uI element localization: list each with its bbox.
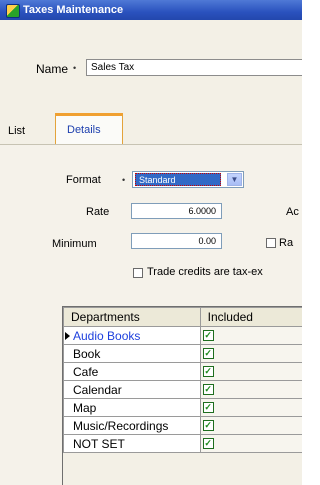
department-cell[interactable]: Book [63,344,201,363]
ac-label: Ac [286,206,299,218]
department-name: Cafe [73,364,99,379]
department-cell[interactable]: Calendar [63,380,201,399]
required-indicator: • [73,63,77,73]
included-cell[interactable]: ✓ [199,326,302,345]
table-row[interactable]: NOT SET ✓ [63,434,302,453]
department-cell[interactable]: Cafe [63,362,201,381]
tab-strip [0,108,302,144]
app-icon [6,4,20,18]
department-name: Book [73,346,101,361]
table-row[interactable]: Cafe ✓ [63,362,302,381]
row-pointer-icon [65,332,70,340]
checkmark-icon[interactable]: ✓ [202,366,214,377]
rate-input[interactable]: 6.0000 [131,203,222,219]
departments-grid: Departments Included Audio Books ✓ Book … [62,306,302,485]
department-name: Music/Recordings [73,418,169,433]
required-indicator: • [122,175,126,185]
department-name: Audio Books [73,328,141,343]
minimum-label: Minimum [52,238,97,250]
department-cell[interactable]: Audio Books [63,326,201,345]
included-cell[interactable]: ✓ [199,380,302,399]
department-name: Map [73,400,97,415]
checkmark-icon[interactable]: ✓ [202,402,214,413]
checkmark-icon[interactable]: ✓ [202,348,214,359]
table-row[interactable]: Map ✓ [63,398,302,417]
trade-credits-label: Trade credits are tax-ex [147,266,263,278]
name-input[interactable]: Sales Tax [86,59,302,76]
ra-checkbox[interactable] [266,238,276,248]
table-row[interactable]: Music/Recordings ✓ [63,416,302,435]
chevron-down-icon[interactable]: ▼ [227,173,242,186]
included-cell[interactable]: ✓ [199,344,302,363]
department-name: Calendar [73,382,122,397]
name-label: Name [36,62,69,76]
department-cell[interactable]: Map [63,398,201,417]
table-row[interactable]: Book ✓ [63,344,302,363]
grid-header-row: Departments Included [63,307,302,327]
trade-credits-checkbox[interactable] [133,268,143,278]
column-header-departments[interactable]: Departments [63,307,201,327]
tab-details[interactable]: Details [55,113,123,146]
included-cell[interactable]: ✓ [199,434,302,453]
format-select[interactable]: Standard ▼ [132,171,244,188]
table-row[interactable]: Calendar ✓ [63,380,302,399]
taxes-maintenance-window: Taxes Maintenance Name • Sales Tax List … [0,0,302,485]
table-row[interactable]: Audio Books ✓ [63,326,302,345]
format-selected-value: Standard [135,173,221,186]
departments-table: Departments Included Audio Books ✓ Book … [63,307,302,453]
included-cell[interactable]: ✓ [199,416,302,435]
format-label: Format [66,174,101,186]
minimum-input[interactable]: 0.00 [131,233,222,249]
department-cell[interactable]: Music/Recordings [63,416,201,435]
checkmark-icon[interactable]: ✓ [202,330,214,341]
department-name: NOT SET [73,436,125,451]
checkmark-icon[interactable]: ✓ [202,384,214,395]
included-cell[interactable]: ✓ [199,362,302,381]
included-cell[interactable]: ✓ [199,398,302,417]
department-cell[interactable]: NOT SET [63,434,201,453]
rate-label: Rate [86,206,110,218]
column-header-included[interactable]: Included [199,307,302,327]
ra-checkbox-label: Ra [279,237,294,249]
window-title: Taxes Maintenance [23,4,124,16]
tab-details-label: Details [67,124,101,136]
title-bar[interactable]: Taxes Maintenance [0,0,302,20]
tab-list[interactable]: List [8,125,25,137]
checkmark-icon[interactable]: ✓ [202,420,214,431]
checkmark-icon[interactable]: ✓ [202,438,214,449]
